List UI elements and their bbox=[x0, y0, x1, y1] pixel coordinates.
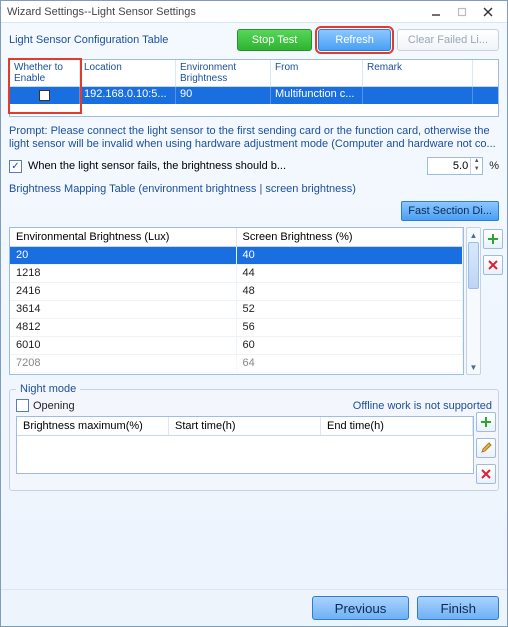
title-bar: Wizard Settings--Light Sensor Settings bbox=[1, 1, 507, 23]
screen-value: 48 bbox=[237, 283, 464, 300]
env-value: 6010 bbox=[10, 337, 237, 354]
mapping-row[interactable]: 601060 bbox=[10, 337, 463, 355]
mapping-row[interactable]: 361452 bbox=[10, 301, 463, 319]
screen-value: 64 bbox=[237, 355, 464, 372]
mapping-row[interactable]: 2040 bbox=[10, 247, 463, 265]
col-env-brightness[interactable]: Environmental Brightness (Lux) bbox=[10, 228, 237, 246]
minimize-button[interactable] bbox=[423, 3, 449, 21]
prompt-text: Prompt: Please connect the light sensor … bbox=[9, 125, 499, 151]
col-brightness-max[interactable]: Brightness maximum(%) bbox=[17, 417, 169, 435]
config-table-header: Whether to Enable Location Environment B… bbox=[10, 60, 498, 87]
screen-value: 44 bbox=[237, 265, 464, 282]
window-title: Wizard Settings--Light Sensor Settings bbox=[7, 6, 423, 18]
col-screen-brightness[interactable]: Screen Brightness (%) bbox=[237, 228, 464, 246]
mapping-row[interactable]: 241648 bbox=[10, 283, 463, 301]
config-row[interactable]: 192.168.0.10:5...90Multifunction c... bbox=[10, 87, 498, 104]
env-value: 3614 bbox=[10, 301, 237, 318]
night-mode-group: Night mode ✓ Opening Offline work is not… bbox=[9, 383, 499, 491]
fail-checkbox-label: When the light sensor fails, the brightn… bbox=[28, 160, 286, 172]
config-table: Whether to Enable Location Environment B… bbox=[9, 59, 499, 117]
close-button[interactable] bbox=[475, 3, 501, 21]
mapping-table: Environmental Brightness (Lux) Screen Br… bbox=[9, 227, 464, 375]
env-value: 20 bbox=[10, 247, 237, 264]
config-table-label: Light Sensor Configuration Table bbox=[9, 34, 168, 46]
night-delete-button[interactable] bbox=[476, 464, 496, 484]
clear-failed-button: Clear Failed Li... bbox=[397, 29, 499, 51]
mapping-scrollbar[interactable]: ▲ ▼ bbox=[466, 227, 481, 375]
footer: Previous Finish bbox=[1, 589, 507, 626]
col-from[interactable]: From bbox=[271, 60, 363, 86]
delete-row-button[interactable] bbox=[483, 255, 503, 275]
opening-label: Opening bbox=[33, 400, 75, 412]
col-end-time[interactable]: End time(h) bbox=[321, 417, 473, 435]
client-area: Light Sensor Configuration Table Stop Te… bbox=[1, 23, 507, 589]
col-remark[interactable]: Remark bbox=[363, 60, 473, 86]
screen-value: 52 bbox=[237, 301, 464, 318]
env-value: 2416 bbox=[10, 283, 237, 300]
night-table: Brightness maximum(%) Start time(h) End … bbox=[16, 416, 474, 474]
previous-button[interactable]: Previous bbox=[312, 596, 410, 620]
mapping-row[interactable]: 720864 bbox=[10, 355, 463, 373]
percent-label: % bbox=[489, 160, 499, 172]
env-value: 1218 bbox=[10, 265, 237, 282]
mapping-table-label: Brightness Mapping Table (environment br… bbox=[9, 183, 499, 195]
night-edit-button[interactable] bbox=[476, 438, 496, 458]
screen-value: 60 bbox=[237, 337, 464, 354]
mapping-row[interactable]: 121844 bbox=[10, 265, 463, 283]
fail-checkbox[interactable]: ✓ bbox=[9, 160, 22, 173]
from-cell: Multifunction c... bbox=[271, 87, 363, 104]
col-env[interactable]: Environment Brightness bbox=[176, 60, 271, 86]
fail-brightness-spinner[interactable]: ▲▼ bbox=[470, 158, 482, 174]
enable-cell[interactable] bbox=[10, 87, 80, 104]
screen-value: 56 bbox=[237, 319, 464, 336]
location-cell: 192.168.0.10:5... bbox=[80, 87, 176, 104]
screen-value: 40 bbox=[237, 247, 464, 264]
add-row-button[interactable] bbox=[483, 229, 503, 249]
night-add-button[interactable] bbox=[476, 412, 496, 432]
fast-section-button[interactable]: Fast Section Di... bbox=[401, 201, 499, 221]
scroll-up-icon[interactable]: ▲ bbox=[467, 228, 480, 242]
env-value: 7208 bbox=[10, 355, 237, 372]
offline-text: Offline work is not supported bbox=[353, 400, 492, 412]
mapping-row[interactable]: 481256 bbox=[10, 319, 463, 337]
env-cell: 90 bbox=[176, 87, 271, 104]
col-location[interactable]: Location bbox=[80, 60, 176, 86]
remark-cell bbox=[363, 87, 473, 104]
col-start-time[interactable]: Start time(h) bbox=[169, 417, 321, 435]
col-enable[interactable]: Whether to Enable bbox=[10, 60, 80, 86]
window: Wizard Settings--Light Sensor Settings L… bbox=[0, 0, 508, 627]
refresh-button[interactable]: Refresh bbox=[318, 29, 391, 51]
fail-brightness-row: ✓ When the light sensor fails, the brigh… bbox=[9, 157, 499, 175]
maximize-button[interactable] bbox=[449, 3, 475, 21]
env-value: 4812 bbox=[10, 319, 237, 336]
opening-checkbox[interactable]: ✓ bbox=[16, 399, 29, 412]
stop-test-button[interactable]: Stop Test bbox=[237, 29, 313, 51]
scroll-down-icon[interactable]: ▼ bbox=[467, 360, 480, 374]
finish-button[interactable]: Finish bbox=[417, 596, 499, 620]
night-mode-legend: Night mode bbox=[16, 383, 80, 395]
